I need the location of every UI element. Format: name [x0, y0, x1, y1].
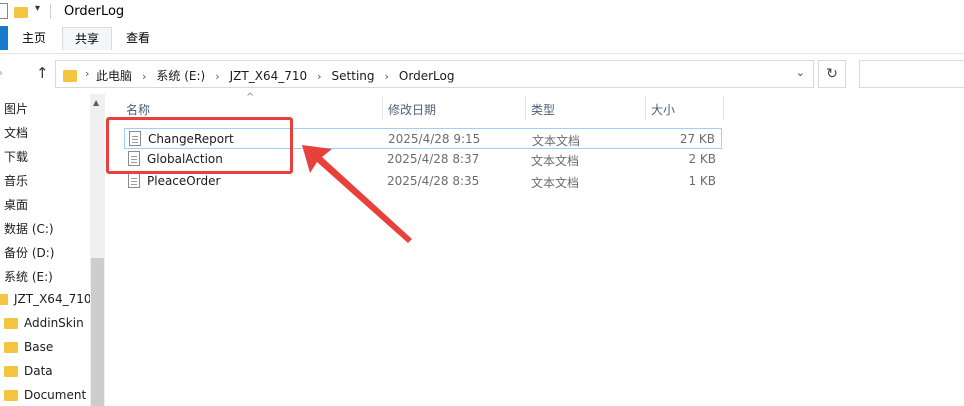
breadcrumb-setting[interactable]: Setting — [332, 69, 375, 83]
file-name: PleaceOrder — [147, 174, 221, 188]
tab-share[interactable]: 共享 — [62, 27, 113, 50]
tab-view[interactable]: 查看 — [114, 27, 162, 49]
annotation-highlight-box — [106, 117, 293, 174]
tab-file[interactable] — [0, 26, 8, 50]
folder-icon — [4, 342, 18, 353]
sort-ascending-icon: ^ — [246, 92, 255, 103]
up-arrow-icon[interactable]: ↑ — [36, 64, 49, 82]
window-title: OrderLog — [64, 4, 125, 19]
back-arrow-icon[interactable]: › — [0, 66, 3, 81]
tab-home[interactable]: 主页 — [10, 27, 58, 49]
annotation-arrow-icon — [302, 145, 412, 243]
nav-item-documents[interactable]: 文档 — [4, 124, 28, 141]
column-header-name[interactable]: 名称 — [126, 101, 150, 118]
nav-item-label: Base — [24, 340, 54, 354]
file-size: 2 KB — [688, 152, 716, 166]
column-divider[interactable] — [525, 96, 526, 120]
nav-item-label: Document — [24, 388, 87, 402]
nav-item-label: Data — [24, 364, 53, 378]
column-header-size[interactable]: 大小 — [651, 101, 675, 118]
file-size: 27 KB — [679, 132, 715, 146]
breadcrumb: 此电脑 › 系统 (E:) › JZT_X64_710 › Setting › OrderLog — [96, 69, 455, 83]
chevron-down-icon[interactable]: ▾ — [35, 3, 40, 14]
breadcrumb-drive-e[interactable]: 系统 (E:) — [156, 69, 205, 83]
quick-access-icon[interactable] — [0, 3, 8, 19]
title-bar: ▾ OrderLog — [0, 0, 964, 24]
nav-item-label: AddinSkin — [24, 316, 84, 330]
nav-item-label: JZT_X64_710 — [14, 292, 92, 306]
navigation-pane: 图片 文档 下载 音乐 桌面 数据 (C:) 备份 (D:) 系统 (E:) J… — [0, 94, 106, 406]
file-type: 文本文档 — [531, 176, 580, 190]
column-divider[interactable] — [645, 96, 646, 120]
text-file-icon — [128, 173, 140, 188]
file-type: 文本文档 — [531, 154, 580, 168]
folder-icon — [4, 390, 18, 401]
nav-item-addinskin[interactable]: AddinSkin — [4, 316, 84, 330]
column-divider[interactable] — [723, 96, 724, 120]
column-header-type[interactable]: 类型 — [531, 101, 555, 118]
scroll-up-icon[interactable]: ▲ — [93, 98, 99, 107]
nav-item-jzt[interactable]: JZT_X64_710 — [0, 292, 91, 306]
nav-item-drive-d[interactable]: 备份 (D:) — [4, 244, 54, 261]
nav-scrollbar[interactable]: ▲ — [90, 94, 105, 406]
chevron-down-icon[interactable]: ⌄ — [796, 66, 805, 79]
column-divider[interactable] — [382, 96, 383, 120]
file-type: 文本文档 — [532, 134, 581, 148]
nav-item-pictures[interactable]: 图片 — [4, 100, 28, 117]
breadcrumb-separator: › — [85, 67, 90, 80]
file-row[interactable]: PleaceOrder 2025/4/28 8:35 文本文档 1 KB — [124, 171, 722, 192]
folder-icon[interactable] — [14, 5, 34, 19]
nav-item-drive-e[interactable]: 系统 (E:) — [4, 268, 53, 285]
folder-icon — [0, 294, 8, 305]
nav-item-document[interactable]: Document — [4, 388, 86, 402]
nav-item-music[interactable]: 音乐 — [4, 172, 28, 189]
breadcrumb-this-pc[interactable]: 此电脑 — [96, 69, 132, 83]
title-divider — [50, 4, 51, 19]
nav-item-base[interactable]: Base — [4, 340, 53, 354]
folder-icon — [63, 68, 83, 82]
address-row: › ↑ › 此电脑›系统 (E:)›JZT_X64_710›Setting›Or… — [0, 56, 964, 92]
refresh-icon[interactable]: ↻ — [818, 60, 846, 88]
search-input[interactable] — [859, 60, 964, 88]
breadcrumb-jzt[interactable]: JZT_X64_710 — [230, 69, 307, 83]
folder-icon — [4, 318, 18, 329]
file-size: 1 KB — [688, 174, 716, 188]
folder-icon — [4, 366, 18, 377]
ribbon-tabs: 主页 共享 查看 — [0, 24, 964, 54]
nav-item-downloads[interactable]: 下载 — [4, 148, 28, 165]
scrollbar-thumb[interactable] — [91, 258, 104, 406]
address-bar[interactable]: › 此电脑 › 系统 (E:) › JZT_X64_710 › Setting › OrderL… — [55, 60, 814, 88]
nav-item-desktop[interactable]: 桌面 — [4, 196, 28, 213]
nav-item-data[interactable]: Data — [4, 364, 53, 378]
column-header-date[interactable]: 修改日期 — [388, 101, 436, 118]
breadcrumb-orderlog[interactable]: OrderLog — [399, 69, 455, 83]
nav-item-drive-c[interactable]: 数据 (C:) — [4, 220, 54, 237]
